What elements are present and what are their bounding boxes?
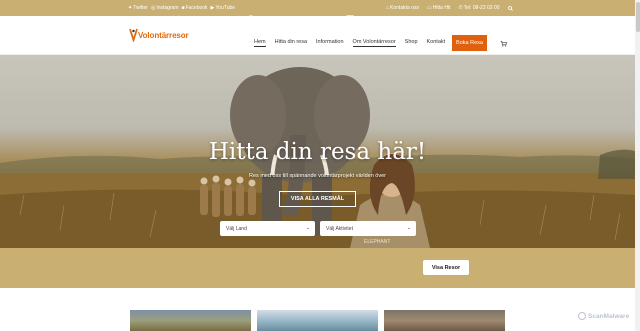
instagram-label: Instagram (156, 5, 179, 11)
hero-subtitle: Res med oss till spännande volontärproje… (249, 173, 386, 179)
facebook-label: Facebook (185, 5, 208, 11)
home-icon: ⌂ (386, 5, 390, 11)
nav-item-contact[interactable]: Kontakt (427, 39, 446, 45)
instagram-icon: ◎ (150, 5, 156, 11)
nav-item-shop[interactable]: Shop (405, 39, 418, 45)
logo-text: Volontärresor (138, 30, 189, 40)
page: ✦ Twitter ◎ Instagram ■ Facebook ▶ YouTu… (0, 0, 640, 331)
facebook-icon: ■ (181, 5, 185, 11)
nav-item-find-trip[interactable]: Hitta din resa (275, 39, 307, 45)
contact-links: ⌂ Kontakta oss ▭ Hitta Hit ✆ Tel: 08-23 … (386, 5, 513, 11)
scrollbar[interactable] (635, 0, 640, 331)
features-strip (0, 248, 635, 288)
instagram-link[interactable]: ◎ Instagram (151, 5, 179, 11)
users-icon (346, 15, 354, 23)
shield-icon (578, 312, 586, 320)
site-logo[interactable]: Volontärresor (129, 28, 189, 42)
scrollbar-thumb[interactable] (636, 2, 640, 32)
book-trip-button[interactable]: Boka Resa (452, 35, 487, 51)
logo-mark-icon (129, 28, 138, 42)
twitter-link[interactable]: ✦ Twitter (128, 5, 148, 11)
nav-item-home[interactable]: Hem (254, 39, 266, 47)
show-trips-button[interactable]: Visa Resor (423, 260, 469, 275)
country-select-value: Välj Land (226, 225, 247, 232)
directions-link[interactable]: ▭ Hitta Hit (427, 5, 451, 11)
contact-label: Kontakta oss (390, 5, 419, 11)
search-button[interactable] (507, 5, 513, 11)
trip-card[interactable] (257, 310, 378, 331)
hero-title: Hitta din resa här! (208, 139, 427, 165)
feature-everyone-label: Alla kan resa (358, 15, 396, 23)
show-all-destinations-button[interactable]: VISA ALLA RESMÅL (279, 191, 356, 207)
feature-guarantee: Alltid resegaranti (172, 15, 232, 23)
contact-link[interactable]: ⌂ Kontakta oss (386, 5, 419, 11)
main-nav: Hem Hitta din resa Information Om Volont… (254, 39, 446, 47)
top-bar: ✦ Twitter ◎ Instagram ■ Facebook ▶ YouTu… (0, 0, 635, 16)
map-icon: ▭ (426, 5, 432, 11)
phone-link[interactable]: ✆ Tel: 08-23 03 00 (458, 5, 499, 11)
watermark: ScanMalware (578, 312, 629, 320)
youtube-icon: ▶ (210, 5, 215, 11)
chevron-down-icon: ⌄ (406, 225, 411, 231)
feature-guarantee-label: Alltid resegaranti (184, 15, 233, 23)
chevron-down-icon: ⌄ (305, 225, 310, 231)
feature-since: Volontärresor sedan 2005 (247, 15, 333, 23)
phone-icon: ✆ (458, 5, 463, 11)
hero-shirt-text: ELEPHANT (364, 239, 390, 245)
hero-banner: ELEPHANT Hitta din resa här! Res med oss… (0, 55, 635, 248)
youtube-label: YouTube (215, 5, 236, 11)
country-select[interactable]: Välj Land ⌄ (220, 221, 315, 236)
nav-item-information[interactable]: Information (316, 39, 344, 45)
nav-item-about[interactable]: Om Volontärresor (352, 39, 396, 47)
twitter-icon: ✦ (128, 5, 133, 11)
feature-everyone: Alla kan resa (346, 15, 396, 23)
trip-card[interactable] (130, 310, 251, 331)
facebook-link[interactable]: ■ Facebook (182, 5, 208, 11)
activity-select-value: Välj Aktivitet (326, 225, 353, 232)
feature-since-label: Volontärresor sedan 2005 (259, 15, 334, 23)
activity-select[interactable]: Välj Aktivitet ⌄ (320, 221, 416, 236)
clock-icon (247, 15, 255, 23)
twitter-label: Twitter (133, 5, 148, 11)
cart-icon[interactable] (500, 40, 507, 47)
search-icon (507, 5, 513, 11)
phone-label: Tel: 08-23 03 00 (463, 5, 500, 11)
social-links: ✦ Twitter ◎ Instagram ■ Facebook ▶ YouTu… (128, 5, 235, 11)
directions-label: Hitta Hit (432, 5, 451, 11)
watermark-label: ScanMalware (588, 312, 630, 320)
youtube-link[interactable]: ▶ YouTube (211, 5, 236, 11)
trip-card[interactable] (384, 310, 505, 331)
tools-icon (172, 15, 180, 23)
